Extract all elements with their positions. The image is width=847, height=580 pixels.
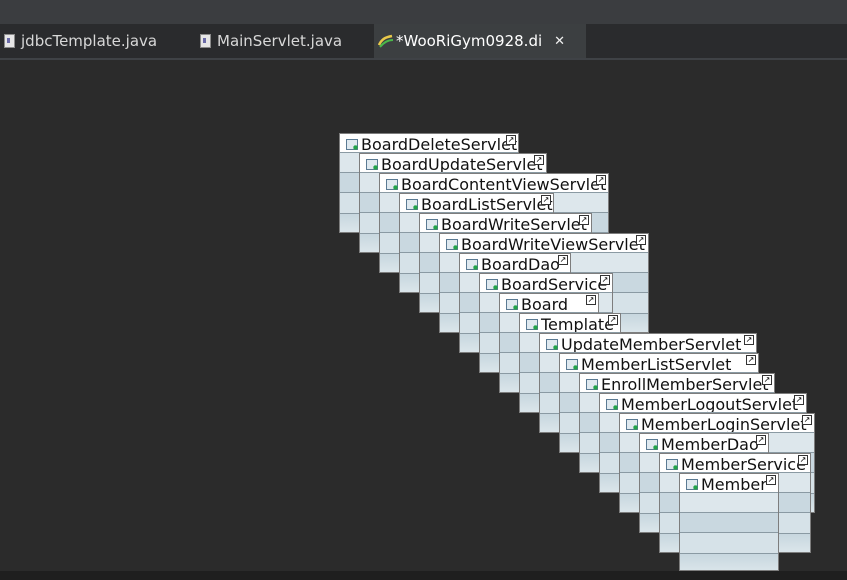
class-node-header: Template — [520, 314, 620, 332]
class-node-header: BoardListServlet — [400, 194, 553, 212]
shortcut-arrow-icon[interactable]: ↗ — [756, 435, 766, 445]
shortcut-arrow-icon[interactable]: ↗ — [802, 415, 812, 425]
class-icon — [686, 479, 699, 491]
shortcut-arrow-icon[interactable]: ↗ — [586, 295, 596, 305]
shortcut-arrow-icon[interactable]: ↗ — [636, 235, 646, 245]
class-node-header: Board — [500, 294, 598, 312]
class-node-header: MemberService — [660, 454, 810, 472]
class-node-name: Member — [701, 475, 767, 492]
java-file-icon — [200, 34, 211, 48]
class-icon — [606, 399, 619, 411]
class-node-name: BoardService — [501, 275, 608, 292]
class-icon — [386, 179, 399, 191]
tab-label: *WooRiGym0928.di — [396, 32, 543, 50]
class-icon — [466, 259, 479, 271]
class-node-name: Board — [521, 295, 569, 312]
tab-label: jdbcTemplate.java — [21, 32, 158, 50]
class-node-header: MemberDao — [640, 434, 768, 452]
class-icon — [346, 139, 359, 151]
class-node-header: BoardUpdateServlet — [360, 154, 546, 172]
class-node-name: MemberService — [681, 455, 806, 472]
shortcut-arrow-icon[interactable]: ↗ — [534, 155, 544, 165]
class-icon — [486, 279, 499, 291]
status-bar — [0, 571, 847, 580]
class-icon — [546, 339, 559, 351]
class-icon — [426, 219, 439, 231]
class-icon — [366, 159, 379, 171]
class-node-name: MemberLoginServlet — [641, 415, 807, 432]
class-node-name: BoardUpdateServlet — [381, 155, 543, 172]
class-icon — [646, 439, 659, 451]
java-file-icon — [4, 34, 15, 48]
class-node-header: EnrollMemberServlet — [580, 374, 774, 392]
class-node-header: BoardWriteViewServlet — [440, 234, 648, 252]
shortcut-arrow-icon[interactable]: ↗ — [608, 315, 618, 325]
class-node-name: MemberLogoutServlet — [621, 395, 799, 412]
class-icon — [566, 359, 579, 371]
shortcut-arrow-icon[interactable]: ↗ — [766, 475, 776, 485]
class-node-header: BoardContentViewServlet — [380, 174, 608, 192]
class-icon — [586, 379, 599, 391]
shortcut-arrow-icon[interactable]: ↗ — [746, 355, 756, 365]
class-node-name: EnrollMemberServlet — [601, 375, 769, 392]
class-icon — [406, 199, 419, 211]
class-icon — [626, 419, 639, 431]
close-icon[interactable]: ✕ — [554, 34, 565, 49]
class-icon — [526, 319, 539, 331]
shortcut-arrow-icon[interactable]: ↗ — [579, 215, 589, 225]
tab-jdbctemplate-java[interactable]: jdbcTemplate.java — [4, 24, 188, 58]
class-icon — [666, 459, 679, 471]
shortcut-arrow-icon[interactable]: ↗ — [600, 275, 610, 285]
class-node-header: BoardWriteServlet — [420, 214, 591, 232]
diagram-canvas[interactable]: BoardDeleteServlet ↗ BoardUpdateServlet ↗ Bo… — [0, 95, 847, 571]
class-node-name: BoardDao — [481, 255, 560, 272]
shortcut-arrow-icon[interactable]: ↗ — [558, 255, 568, 265]
class-node-header: UpdateMemberServlet — [540, 334, 756, 352]
tab-label: MainServlet.java — [217, 32, 343, 50]
class-node-header: MemberLogoutServlet — [600, 394, 806, 412]
uml-diagram-icon — [378, 34, 394, 48]
shortcut-arrow-icon[interactable]: ↗ — [798, 455, 808, 465]
compartment-divider — [680, 512, 778, 513]
class-node-member[interactable]: Member ↗ — [679, 473, 779, 571]
shortcut-arrow-icon[interactable]: ↗ — [541, 195, 551, 205]
class-icon — [506, 299, 519, 311]
class-node-name: UpdateMemberServlet — [561, 335, 742, 352]
compartment-divider — [680, 532, 778, 533]
shortcut-arrow-icon[interactable]: ↗ — [762, 375, 772, 385]
tab-mainservlet-java[interactable]: MainServlet.java — [200, 24, 370, 58]
class-node-name: BoardContentViewServlet — [401, 175, 607, 192]
compartment-divider — [680, 553, 778, 554]
class-node-header: BoardService — [480, 274, 612, 292]
class-node-name: BoardDeleteServlet — [361, 135, 518, 152]
window-top-bar — [0, 0, 847, 24]
class-node-name: BoardWriteViewServlet — [461, 235, 645, 252]
class-node-header: MemberLoginServlet — [620, 414, 814, 432]
class-node-header: Member — [680, 474, 778, 492]
class-node-name: Template — [541, 315, 615, 332]
tab-woorigym-di[interactable]: *WooRiGym0928.di ✕ — [374, 24, 586, 58]
class-icon — [446, 239, 459, 251]
class-node-name: BoardWriteServlet — [441, 215, 587, 232]
shortcut-arrow-icon[interactable]: ↗ — [506, 135, 516, 145]
shortcut-arrow-icon[interactable]: ↗ — [744, 335, 754, 345]
class-node-name: BoardListServlet — [421, 195, 553, 212]
shortcut-arrow-icon[interactable]: ↗ — [794, 395, 804, 405]
class-node-name: MemberListServlet — [581, 355, 732, 372]
class-node-header: BoardDao — [460, 254, 570, 272]
compartment-divider — [680, 492, 778, 493]
class-node-name: MemberDao — [661, 435, 759, 452]
editor-tab-strip: jdbcTemplate.java MainServlet.java *WooR… — [0, 24, 847, 60]
shortcut-arrow-icon[interactable]: ↗ — [596, 175, 606, 185]
class-node-header: BoardDeleteServlet — [340, 134, 518, 152]
class-node-header: MemberListServlet — [560, 354, 758, 372]
